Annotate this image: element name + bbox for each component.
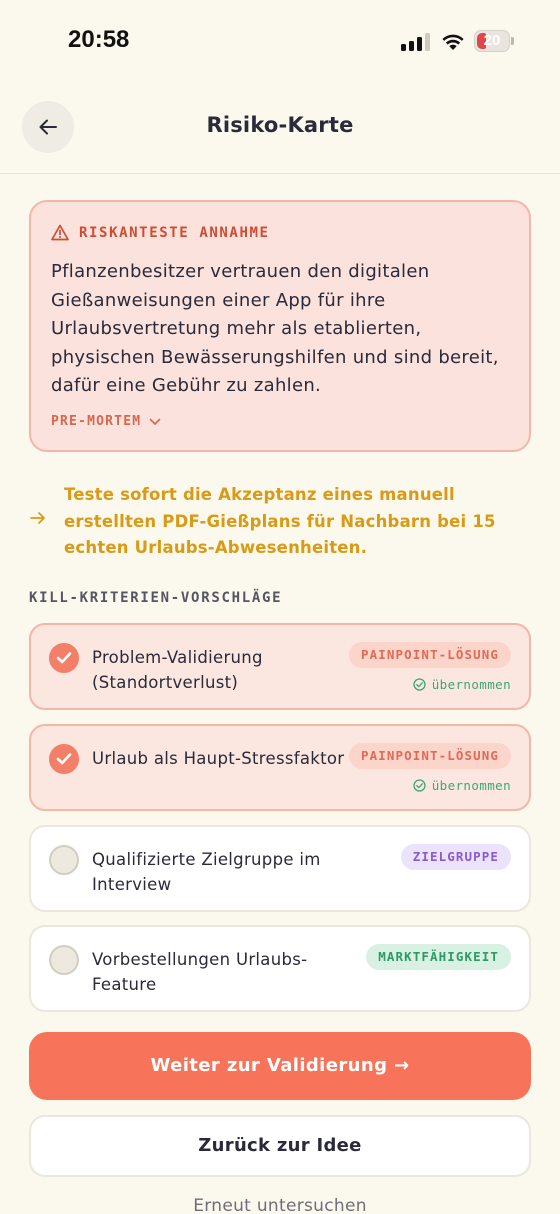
check-icon <box>56 753 72 765</box>
criterion-label: Problem-Validierung (Standortverlust) <box>92 648 263 692</box>
header: Risiko-Karte <box>0 84 560 174</box>
battery-cap <box>511 37 514 45</box>
criterion-label: Vorbestellungen Urlaubs-Feature <box>92 950 308 994</box>
warning-icon <box>51 224 69 241</box>
criterion-card[interactable]: Urlaub als Haupt-Stressfaktor PAINPOINT-… <box>29 724 531 811</box>
riskiest-assumption-card: RISKANTESTE ANNAHME Pflanzenbesitzer ver… <box>29 200 531 452</box>
battery-level: 20 <box>483 32 501 49</box>
risk-label: RISKANTESTE ANNAHME <box>79 224 270 241</box>
checkbox-unchecked[interactable] <box>49 945 79 975</box>
category-tag: ZIELGRUPPE <box>400 844 511 870</box>
continue-validation-button[interactable]: Weiter zur Validierung → <box>29 1032 531 1100</box>
arrow-right-icon <box>30 512 45 524</box>
criterion-label: Qualifizierte Zielgruppe im Interview <box>92 850 321 894</box>
risk-label-row: RISKANTESTE ANNAHME <box>51 224 270 241</box>
category-tag: PAINPOINT-LÖSUNG <box>348 642 511 668</box>
cellular-signal-icon <box>401 33 431 51</box>
criterion-card[interactable]: Problem-Validierung (Standortverlust) PA… <box>29 623 531 710</box>
accepted-label: übernommen <box>431 778 511 793</box>
checkbox-checked[interactable] <box>49 744 79 774</box>
checkbox-unchecked[interactable] <box>49 845 79 875</box>
wifi-icon <box>442 34 464 50</box>
check-circle-icon <box>413 678 426 691</box>
criterion-label: Urlaub als Haupt-Stressfaktor <box>92 749 345 768</box>
kill-criteria-section-label: KILL-KRITERIEN-VORSCHLÄGE <box>29 590 283 606</box>
chevron-down-icon <box>149 418 161 425</box>
back-to-idea-button[interactable]: Zurück zur Idee <box>29 1115 531 1177</box>
status-time: 20:58 <box>68 26 130 53</box>
suggestion-text: Teste sofort die Akzeptanz eines manuell… <box>64 485 496 557</box>
category-tag: PAINPOINT-LÖSUNG <box>348 743 511 769</box>
premortem-label: PRE-MORTEM <box>51 414 142 429</box>
battery-icon: 20 <box>474 30 510 52</box>
criterion-card[interactable]: Vorbestellungen Urlaubs-Feature MARKTFÄH… <box>29 925 531 1012</box>
status-bar: 20:58 20 <box>0 0 560 84</box>
premortem-toggle[interactable]: PRE-MORTEM <box>51 414 161 429</box>
check-icon <box>56 652 72 664</box>
risk-assumption-text: Pflanzenbesitzer vertrauen den digitalen… <box>51 261 499 396</box>
accepted-status: übernommen <box>413 778 511 793</box>
checkbox-checked[interactable] <box>49 643 79 673</box>
accepted-status: übernommen <box>413 677 511 692</box>
reexamine-link[interactable]: Erneut untersuchen <box>0 1196 560 1214</box>
check-circle-icon <box>413 779 426 792</box>
page-title: Risiko-Karte <box>206 113 354 137</box>
accepted-label: übernommen <box>431 677 511 692</box>
category-tag: MARKTFÄHIGKEIT <box>366 944 511 970</box>
next-step-suggestion: Teste sofort die Akzeptanz eines manuell… <box>29 482 531 564</box>
criterion-card[interactable]: Qualifizierte Zielgruppe im Interview ZI… <box>29 825 531 912</box>
